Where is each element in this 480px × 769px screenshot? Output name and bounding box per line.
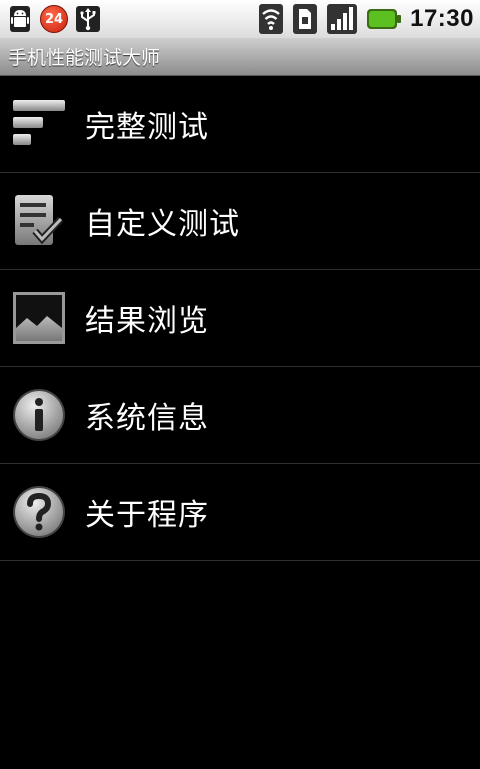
menu-item-label: 完整测试 (85, 110, 209, 145)
menu-item-about[interactable]: 关于程序 (0, 464, 480, 561)
battery-icon (366, 3, 402, 35)
main-menu: 完整测试 自定义测试 结果浏览 系统信息 关于程序 (0, 76, 480, 561)
menu-item-browse-results[interactable]: 结果浏览 (0, 270, 480, 367)
notification-badge: 24 (40, 3, 68, 35)
status-bar-system: 17:30 (250, 0, 474, 38)
help-icon (11, 484, 67, 540)
menu-item-label: 自定义测试 (85, 207, 240, 242)
app-title: 手机性能测试大师 (8, 47, 161, 69)
menu-item-custom-test[interactable]: 自定义测试 (0, 173, 480, 270)
usb-icon (74, 3, 102, 35)
menu-item-label: 结果浏览 (85, 304, 209, 339)
menu-item-label: 系统信息 (85, 401, 209, 436)
status-clock: 17:30 (410, 5, 474, 32)
title-bar: 手机性能测试大师 (0, 38, 480, 76)
menu-item-label: 关于程序 (85, 498, 209, 533)
status-bar-notifications: 24 (6, 0, 108, 38)
checklist-icon (11, 193, 67, 249)
notification-count: 24 (40, 5, 68, 33)
status-bar: 24 17:30 (0, 0, 480, 38)
bars-icon (11, 96, 67, 152)
menu-item-system-info[interactable]: 系统信息 (0, 367, 480, 464)
sim-card-icon (292, 3, 318, 35)
menu-item-full-test[interactable]: 完整测试 (0, 76, 480, 173)
signal-icon (326, 3, 358, 35)
info-icon (11, 387, 67, 443)
wifi-icon (258, 3, 284, 35)
picture-icon (11, 290, 67, 346)
android-debug-icon (6, 3, 34, 35)
